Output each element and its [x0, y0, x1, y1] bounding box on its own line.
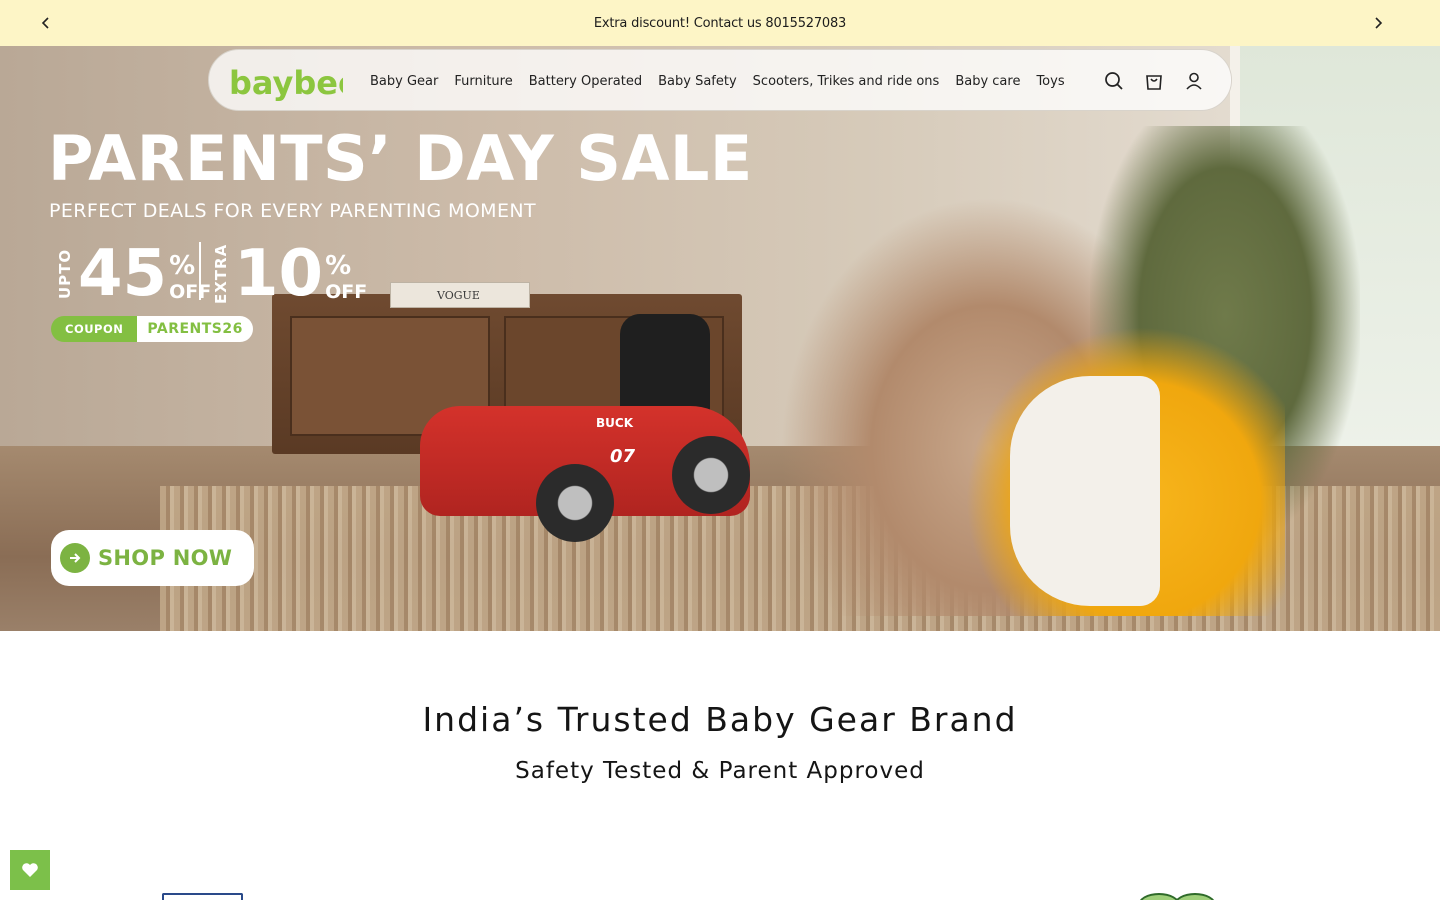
nav-links: Baby Gear Furniture Battery Operated Bab…: [370, 50, 1081, 112]
baybee-logo[interactable]: baybee: [229, 64, 360, 104]
coupon-badge: COUPON PARENTS26: [51, 316, 253, 342]
nav-link-furniture[interactable]: Furniture: [454, 74, 512, 89]
shop-now-button[interactable]: SHOP NOW: [51, 530, 254, 586]
offer-upto: UPTO 45 % OFF: [56, 237, 212, 311]
offer-suffix: OFF: [169, 281, 212, 303]
car-wheel: [536, 464, 614, 542]
sale-title: PARENTS’ DAY SALE: [48, 122, 753, 195]
coupon-code: PARENTS26: [137, 316, 253, 342]
cart-icon[interactable]: [1142, 69, 1166, 93]
chevron-right-icon[interactable]: [1368, 13, 1388, 33]
trust-subtitle: Safety Tested & Parent Approved: [515, 758, 925, 784]
offer-prefix: EXTRA: [212, 243, 230, 304]
nav-link-battery-operated[interactable]: Battery Operated: [529, 74, 642, 89]
car-model-text: BUCK: [596, 416, 633, 430]
coupon-label: COUPON: [51, 316, 138, 342]
certification-badge: [162, 893, 243, 900]
certification-badge: [1138, 893, 1218, 900]
offer-number: 45: [78, 237, 168, 311]
nav-link-baby-care[interactable]: Baby care: [955, 74, 1020, 89]
logo-text: baybee: [229, 64, 343, 102]
chevron-left-icon[interactable]: [36, 13, 56, 33]
nav-link-scooters[interactable]: Scooters, Trikes and ride ons: [753, 74, 940, 89]
car-number-text: 07: [610, 446, 636, 467]
ride-on-car-seat: [620, 314, 710, 414]
offer-percent: %: [325, 251, 352, 281]
book-title: VOGUE: [437, 289, 480, 302]
offer-suffix: OFF: [325, 281, 368, 303]
trust-title: India’s Trusted Baby Gear Brand: [422, 700, 1018, 739]
account-icon[interactable]: [1182, 69, 1206, 93]
shop-now-label: SHOP NOW: [98, 546, 233, 570]
sale-subtitle: PERFECT DEALS FOR EVERY PARENTING MOMENT: [49, 200, 537, 222]
hero-banner[interactable]: VOGUE BUCK 07 PARENTS’ DAY SALE PERFECT …: [0, 46, 1440, 631]
nav-link-baby-gear[interactable]: Baby Gear: [370, 74, 438, 89]
announcement-text: Extra discount! Contact us 8015527083: [593, 15, 847, 31]
arrow-right-icon: [60, 543, 90, 573]
offer-number: 10: [234, 237, 324, 311]
offer-prefix: UPTO: [56, 248, 74, 300]
wishlist-button[interactable]: [10, 850, 50, 890]
moon-walker-inner: [1010, 376, 1160, 606]
main-navigation: baybee Baby Gear Furniture Battery Opera…: [208, 49, 1232, 111]
offer-percent: %: [169, 251, 196, 281]
search-icon[interactable]: [1102, 69, 1126, 93]
offer-extra: EXTRA 10 % OFF: [212, 237, 368, 311]
heart-icon: [22, 863, 38, 877]
car-wheel: [672, 436, 750, 514]
books: VOGUE: [390, 282, 530, 308]
offer-divider: [199, 242, 201, 300]
announcement-bar: Extra discount! Contact us 8015527083: [0, 0, 1440, 46]
nav-icons: [1102, 69, 1222, 93]
nav-link-baby-safety[interactable]: Baby Safety: [658, 74, 737, 89]
nav-link-toys[interactable]: Toys: [1036, 74, 1064, 89]
